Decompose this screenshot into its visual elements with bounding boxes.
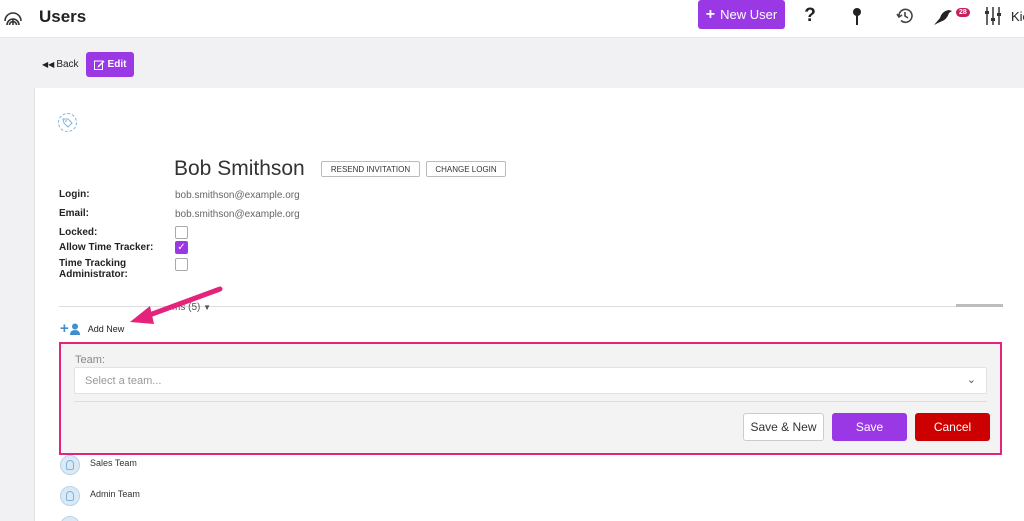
form-separator — [74, 401, 987, 402]
add-new-team-button[interactable]: + Add New — [60, 320, 124, 337]
back-arrows-icon: ◀◀ — [42, 60, 55, 69]
save-and-new-button[interactable]: Save & New — [743, 413, 824, 441]
edit-button[interactable]: Edit — [86, 52, 134, 77]
list-item[interactable]: Sales Team — [60, 455, 137, 475]
team-field-label: Team: — [75, 354, 105, 366]
new-user-label: New User — [720, 7, 778, 22]
edit-label: Edit — [107, 59, 127, 70]
tt-admin-label-line1: Time Tracking — [59, 258, 127, 269]
email-label: Email: — [59, 208, 90, 219]
back-button[interactable]: ◀◀ Back — [42, 59, 79, 70]
page-title: Users — [39, 7, 87, 26]
plus-icon: + — [705, 5, 716, 23]
list-item[interactable] — [60, 516, 80, 521]
cancel-button[interactable]: Cancel — [915, 413, 990, 441]
tag-icon — [62, 118, 73, 128]
pin-icon[interactable] — [849, 6, 865, 26]
avatar-placeholder-icon[interactable] — [58, 113, 77, 132]
history-icon[interactable] — [895, 6, 915, 26]
bird-icon[interactable] — [932, 6, 954, 28]
help-icon[interactable]: ? — [802, 5, 818, 27]
team-avatar-icon — [60, 455, 80, 475]
notification-badge: 28 — [956, 8, 970, 17]
edit-icon — [93, 60, 105, 70]
login-value: bob.smithson@example.org — [175, 190, 300, 201]
resend-invitation-button[interactable]: RESEND INVITATION — [321, 161, 420, 177]
team-name: Admin Team — [90, 489, 140, 499]
tt-admin-label-line2: Administrator: — [59, 269, 128, 280]
app-logo-icon[interactable] — [4, 9, 22, 27]
team-select-placeholder: Select a team... — [85, 375, 162, 387]
save-button[interactable]: Save — [832, 413, 907, 441]
email-value: bob.smithson@example.org — [175, 209, 300, 220]
back-label: Back — [56, 59, 79, 70]
top-bar: Users + New User ? 28 Kie — [0, 0, 1024, 38]
list-item[interactable]: Admin Team — [60, 486, 140, 506]
checkmark-icon: ✓ — [177, 242, 186, 253]
user-menu-label[interactable]: Kie — [1011, 9, 1024, 24]
change-login-button[interactable]: CHANGE LOGIN — [426, 161, 506, 177]
user-name: Bob Smithson — [174, 157, 305, 180]
time-tracker-checkbox[interactable]: ✓ — [175, 241, 188, 254]
add-user-icon: + — [60, 320, 80, 337]
locked-checkbox[interactable] — [175, 226, 188, 239]
team-avatar-icon — [60, 516, 80, 521]
new-user-button[interactable]: + New User — [698, 0, 785, 29]
annotation-arrow-icon — [130, 286, 223, 324]
tab-scroll-indicator — [956, 304, 1003, 307]
team-select[interactable]: Select a team... ⌄ — [74, 367, 987, 394]
login-label: Login: — [59, 189, 90, 200]
add-new-label: Add New — [87, 323, 125, 334]
settings-sliders-icon[interactable] — [984, 5, 1002, 27]
team-name: Sales Team — [90, 458, 137, 468]
team-avatar-icon — [60, 486, 80, 506]
locked-label: Locked: — [59, 227, 98, 238]
chevron-down-icon: ⌄ — [966, 374, 976, 386]
tt-admin-checkbox[interactable] — [175, 258, 188, 271]
time-tracker-label: Allow Time Tracker: — [59, 242, 154, 253]
